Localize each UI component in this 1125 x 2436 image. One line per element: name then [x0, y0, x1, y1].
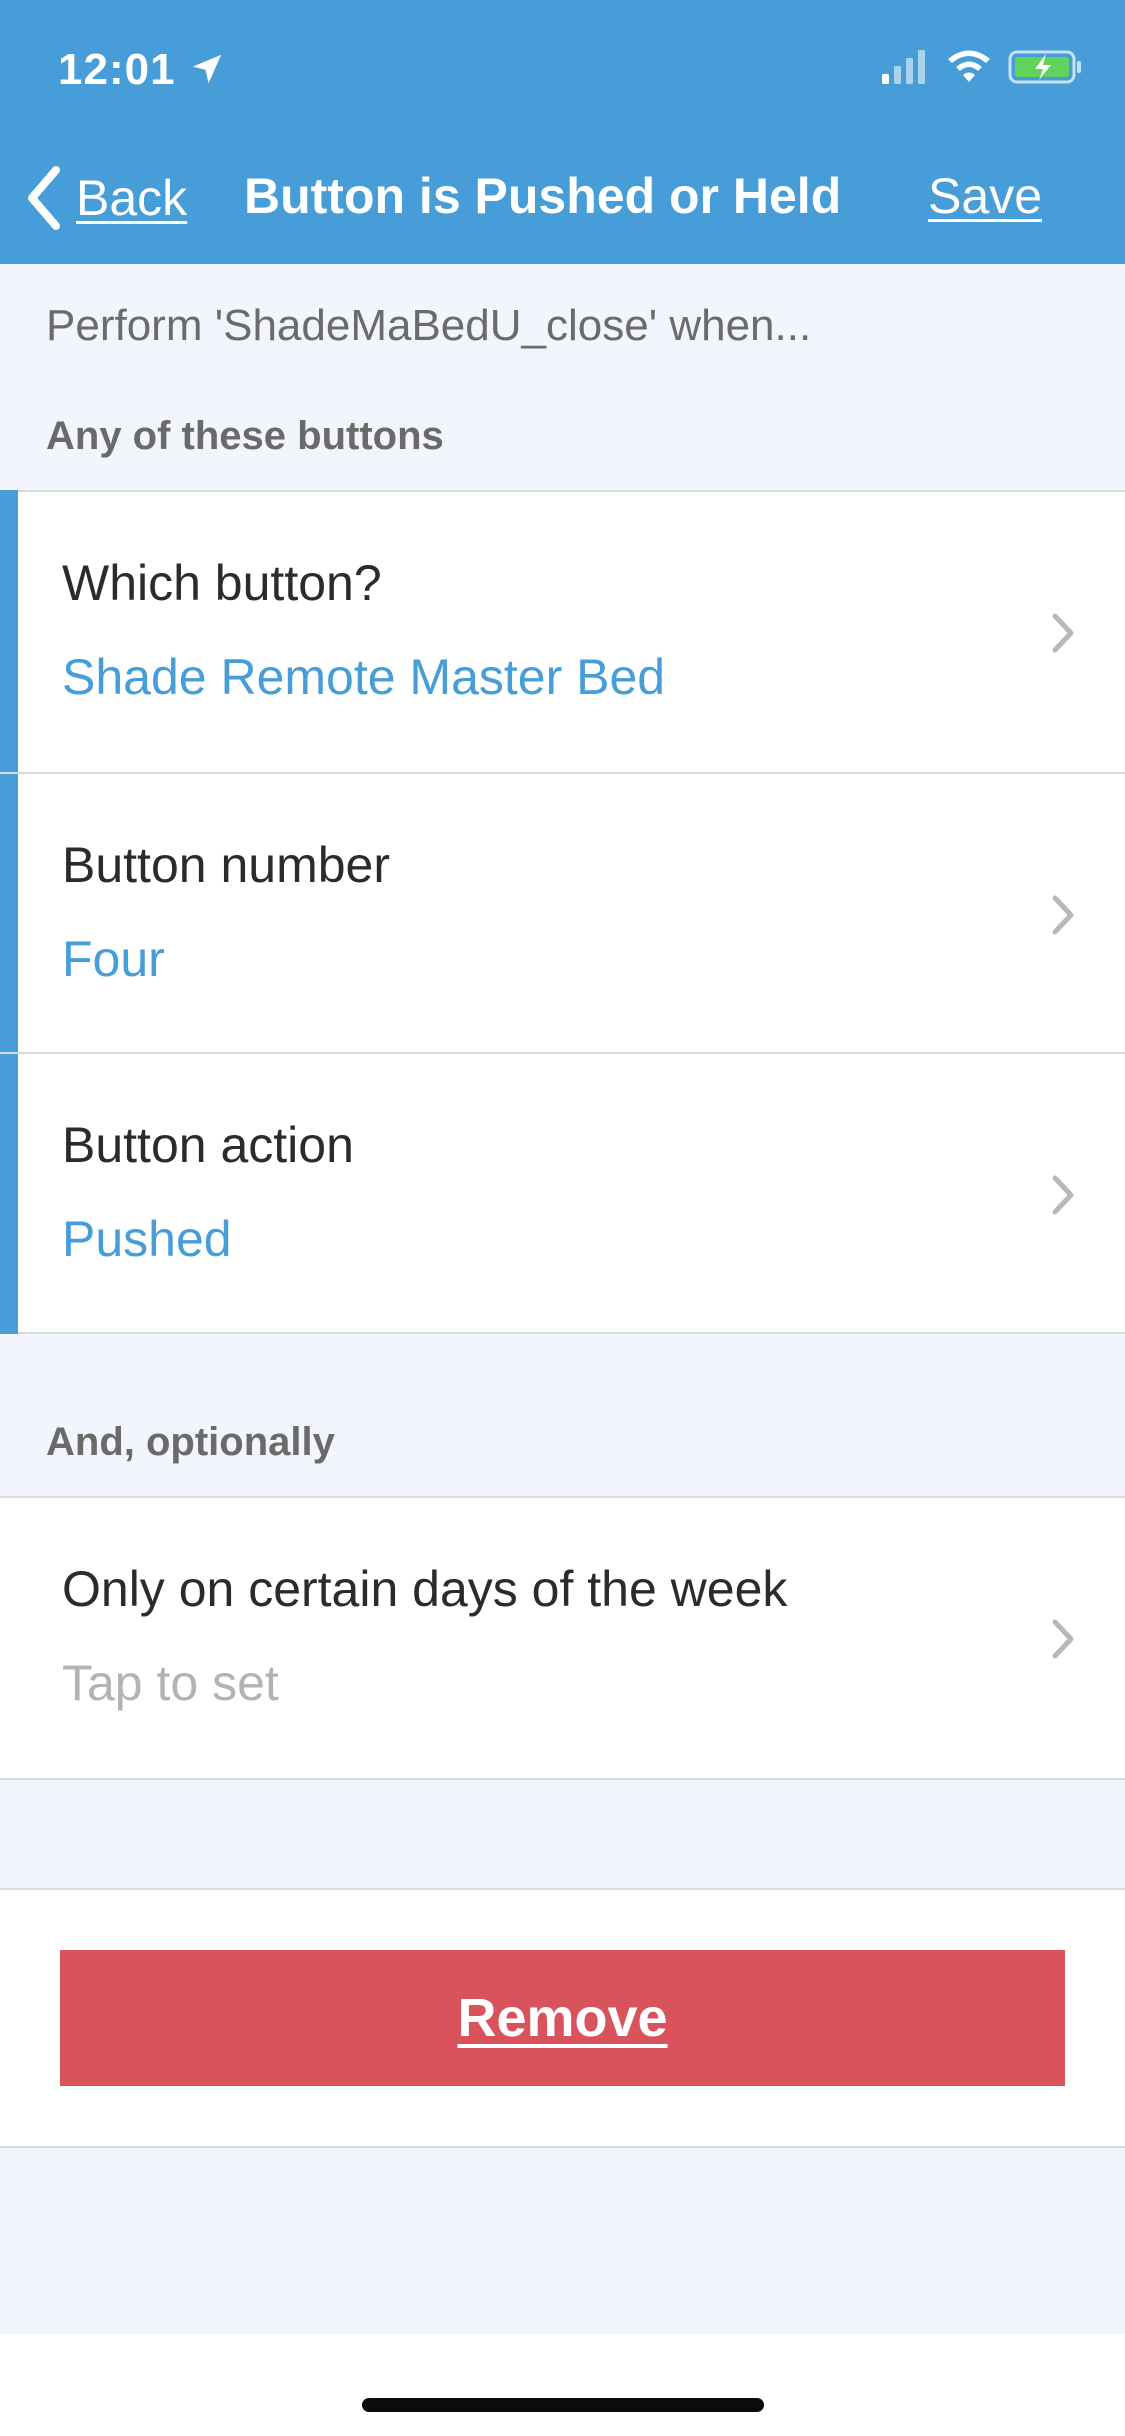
back-button[interactable]: Back: [22, 160, 187, 236]
battery-charging-icon: [1008, 50, 1081, 84]
chevron-left-icon: [28, 166, 60, 230]
remove-button[interactable]: Remove: [60, 1950, 1065, 2086]
row-button-action[interactable]: Button action Pushed: [0, 1052, 1125, 1332]
location-icon: [192, 54, 222, 84]
chevron-right-icon: [1052, 1619, 1074, 1659]
buttons-group: Which button? Shade Remote Master Bed Bu…: [0, 490, 1125, 1334]
optional-group: Only on certain days of the week Tap to …: [0, 1496, 1125, 1780]
page-title: Button is Pushed or Held: [244, 168, 842, 224]
back-label: Back: [76, 170, 188, 226]
home-indicator[interactable]: [362, 2398, 764, 2412]
signal-icon: [882, 50, 925, 84]
row-label: Which button?: [62, 555, 382, 611]
remove-group: Remove: [0, 1888, 1125, 2148]
row-days-of-week[interactable]: Only on certain days of the week Tap to …: [0, 1498, 1125, 1778]
row-which-button[interactable]: Which button? Shade Remote Master Bed: [0, 492, 1125, 772]
app-screen: 12:01 Back Button is Pushed or Held Save…: [0, 0, 1125, 2436]
save-button[interactable]: Save: [928, 164, 1042, 228]
wifi-icon: [948, 50, 990, 82]
row-value: Shade Remote Master Bed: [62, 649, 666, 705]
section-header-buttons: Any of these buttons: [46, 414, 444, 458]
section-header-optional: And, optionally: [46, 1420, 335, 1464]
header: 12:01 Back Button is Pushed or Held Save: [0, 0, 1125, 264]
row-value: Pushed: [62, 1211, 232, 1267]
rule-description: Perform 'ShadeMaBedU_close' when...: [46, 301, 812, 350]
row-label: Only on certain days of the week: [62, 1561, 788, 1617]
bottom-safe-area: [0, 2334, 1125, 2436]
row-label: Button number: [62, 837, 390, 893]
status-time: 12:01: [58, 45, 176, 94]
row-value-placeholder: Tap to set: [62, 1655, 279, 1711]
row-label: Button action: [62, 1117, 354, 1173]
row-button-number[interactable]: Button number Four: [0, 772, 1125, 1052]
chevron-right-icon: [1052, 895, 1074, 935]
chevron-right-icon: [1052, 613, 1074, 653]
chevron-right-icon: [1052, 1175, 1074, 1215]
row-value: Four: [62, 931, 165, 987]
